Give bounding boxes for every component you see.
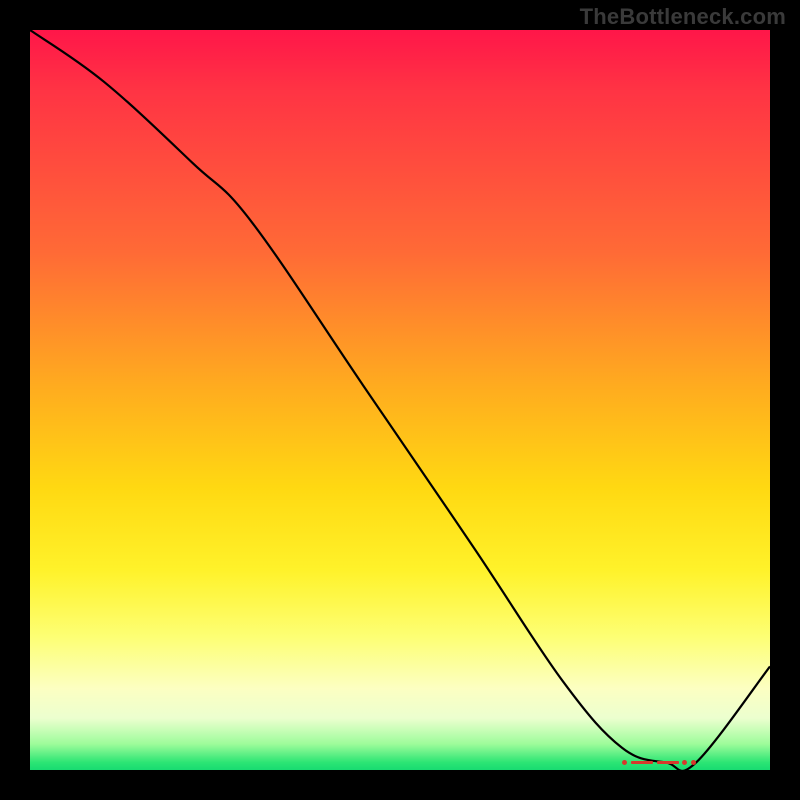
marker-dot <box>682 760 687 765</box>
marker-dash <box>631 761 653 763</box>
marker-dot <box>622 760 627 765</box>
marker-dot <box>691 760 696 765</box>
line-plot <box>30 30 770 770</box>
marker-dash <box>657 761 679 763</box>
plot-area <box>30 30 770 770</box>
watermark-text: TheBottleneck.com <box>580 4 786 30</box>
chart-frame: TheBottleneck.com <box>0 0 800 800</box>
curve-path <box>30 30 770 771</box>
marker-band <box>622 760 696 766</box>
